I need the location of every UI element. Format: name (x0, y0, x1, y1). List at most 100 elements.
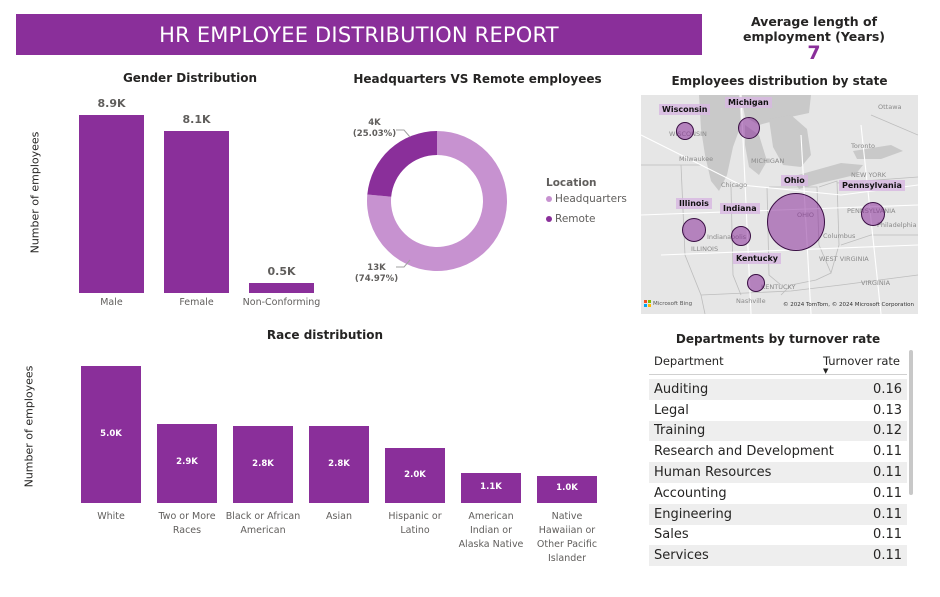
race-y-axis-title: Number of employees (22, 365, 36, 488)
report-title: HR EMPLOYEE DISTRIBUTION REPORT (16, 14, 702, 55)
department-cell: Legal (654, 402, 689, 418)
state-bubble[interactable] (731, 226, 751, 246)
table-row[interactable]: Research and Development 0.11 (649, 441, 907, 462)
location-legend-title: Location (546, 177, 597, 189)
state-label: Kentucky (733, 253, 781, 264)
turnover-rate-cell: 0.11 (873, 444, 902, 460)
table-row[interactable]: Services 0.11 (649, 545, 907, 567)
table-row[interactable]: Engineering 0.11 (649, 503, 907, 525)
turnover-rate-cell: 0.11 (873, 548, 902, 564)
map-title: Employees distribution by state (671, 74, 888, 88)
race-bar-value-label: 2.9K (176, 457, 198, 468)
department-cell: Training (654, 423, 706, 439)
race-category-label: Black or African American (225, 511, 301, 536)
table-row[interactable]: Sales 0.11 (649, 525, 907, 546)
table-header: Department Turnover rate ▼ (649, 348, 907, 375)
remote-percent: (25.03%) (352, 129, 397, 139)
department-cell: Services (654, 548, 709, 564)
gender-category-label: Female (179, 297, 214, 308)
race-category-label: Asian (326, 511, 352, 522)
legend-label-headquarters: Headquarters (555, 193, 627, 205)
table-row[interactable]: Auditing 0.16 (649, 379, 907, 400)
remote-swatch-icon (546, 216, 552, 222)
department-cell: Research and Development (654, 444, 834, 460)
remote-leader-line (396, 129, 411, 138)
state-bubble[interactable] (682, 218, 706, 242)
gender-bar[interactable] (164, 131, 229, 293)
turnover-rate-cell: 0.11 (873, 527, 902, 543)
kpi-label: Average length of employment (Years) (742, 14, 886, 44)
hq-data-label: 13K (74.97%) (354, 263, 399, 285)
state-bubble-map[interactable]: Ottawa Toronto MICHIGAN Milwaukee Chicago NEW… (641, 95, 918, 314)
state-label: Wisconsin (659, 104, 711, 115)
department-cell: Human Resources (654, 465, 772, 481)
state-label: Indiana (720, 203, 760, 214)
gender-bar-value-label: 8.9K (97, 97, 126, 110)
gender-bar[interactable] (79, 115, 144, 293)
state-bubble[interactable] (747, 274, 765, 292)
bing-brand-text: Microsoft Bing (653, 300, 693, 307)
race-bar-value-label: 2.8K (328, 458, 350, 469)
race-bar-value-label: 1.0K (556, 483, 578, 494)
legend-item-remote[interactable]: Remote (546, 213, 596, 225)
turnover-rate-cell: 0.16 (873, 381, 902, 397)
race-category-label: Hispanic or Latino (388, 511, 442, 536)
department-cell: Sales (654, 527, 689, 543)
race-category-label: Two or More Races (158, 511, 216, 536)
race-bar-chart[interactable]: 5.0K White 2.9K Two or More Races 2.8K Black … (70, 345, 615, 570)
table-body: Auditing 0.16 Legal 0.13 Training 0.12 Researc… (649, 379, 907, 567)
turnover-rate-cell: 0.11 (873, 465, 902, 481)
table-row[interactable]: Accounting 0.11 (649, 483, 907, 504)
remote-data-label: 4K (25.03%) (352, 118, 397, 140)
race-category-label: White (97, 511, 125, 522)
hq-leader-line (396, 259, 411, 268)
remote-value: 4K (368, 118, 381, 128)
gender-y-axis-title: Number of employees (28, 131, 42, 254)
table-row[interactable]: Human Resources 0.11 (649, 462, 907, 483)
kpi-value: 7 (807, 42, 821, 64)
state-bubble[interactable] (861, 202, 885, 226)
hq-remote-donut-chart[interactable] (362, 126, 512, 276)
turnover-rate-cell: 0.12 (873, 423, 902, 439)
race-bar-value-label: 2.0K (404, 469, 426, 480)
race-bar-value-label: 5.0K (100, 428, 122, 439)
microsoft-logo-icon (644, 300, 651, 307)
gender-category-label: Non-Conforming (242, 297, 321, 308)
gender-category-label: Male (100, 297, 123, 308)
race-bar-value-label: 1.1K (480, 481, 502, 492)
map-bubble-layer: Wisconsin Michigan Ohio Pennsylvania Illinoi… (641, 95, 918, 314)
state-bubble[interactable] (767, 193, 825, 251)
hq-chart-title: Headquarters VS Remote employees (353, 72, 602, 86)
department-turnover-table[interactable]: Department Turnover rate ▼ Auditing 0.16 L… (649, 348, 907, 567)
department-table-title: Departments by turnover rate (675, 332, 881, 346)
turnover-rate-cell: 0.11 (873, 506, 902, 522)
department-cell: Auditing (654, 381, 709, 397)
table-row[interactable]: Training 0.12 (649, 420, 907, 442)
legend-item-headquarters[interactable]: Headquarters (546, 193, 627, 205)
turnover-rate-cell: 0.11 (873, 485, 902, 501)
gender-bar-value-label: 0.5K (267, 265, 296, 278)
sort-descending-icon: ▼ (822, 367, 829, 375)
legend-label-remote: Remote (555, 213, 596, 225)
turnover-rate-cell: 0.13 (873, 402, 902, 418)
headquarters-swatch-icon (546, 196, 552, 202)
table-scrollbar[interactable] (909, 350, 913, 495)
gender-chart-title: Gender Distribution (122, 71, 258, 85)
race-category-label: Native Hawaiian or Other Pacific Islande… (536, 511, 598, 564)
gender-bar-chart[interactable]: 8.9K Male 8.1K Female 0.5K Non-Conforming (60, 90, 340, 315)
state-label: Illinois (676, 198, 712, 209)
gender-bar[interactable] (249, 283, 314, 293)
table-row[interactable]: Legal 0.13 (649, 400, 907, 421)
bing-logo: Microsoft Bing (644, 300, 692, 307)
column-header-turnover-rate-label: Turnover rate (822, 354, 900, 368)
race-chart-title: Race distribution (266, 328, 384, 342)
state-bubble[interactable] (738, 117, 760, 139)
hq-value: 13K (367, 263, 386, 273)
gender-bar-value-label: 8.1K (182, 113, 211, 126)
state-bubble[interactable] (676, 122, 694, 140)
department-cell: Accounting (654, 485, 727, 501)
column-header-department[interactable]: Department (649, 354, 724, 368)
race-category-label: American Indian or Alaska Native (458, 511, 524, 550)
state-label: Michigan (725, 97, 772, 108)
column-header-turnover-rate[interactable]: Turnover rate ▼ (822, 354, 907, 375)
